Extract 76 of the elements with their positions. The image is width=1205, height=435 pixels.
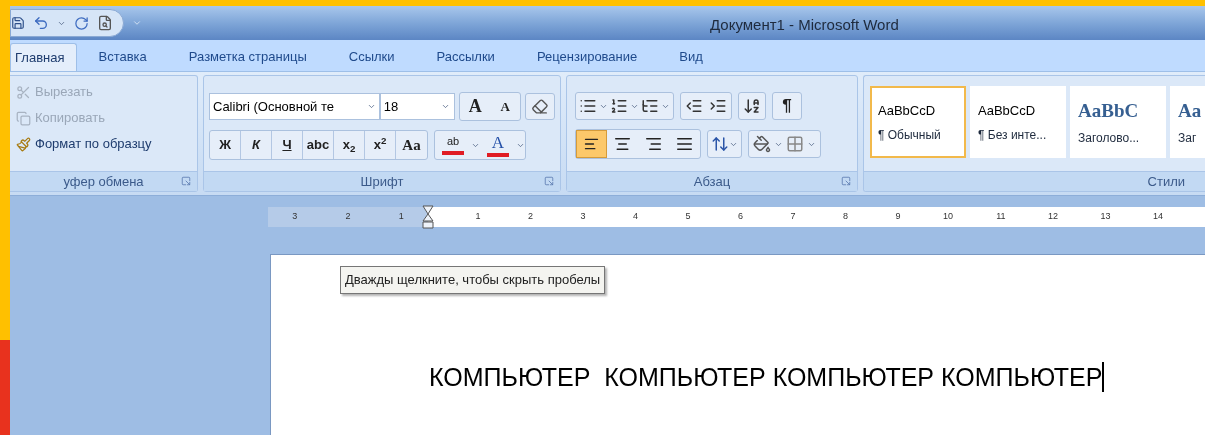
ribbon-tab[interactable]: Разметка страницы: [167, 43, 328, 71]
font-color-button[interactable]: A: [480, 131, 516, 159]
dialog-launcher-icon[interactable]: [544, 176, 554, 186]
decrease-indent-icon[interactable]: [685, 97, 703, 115]
ruler-number: 11: [995, 210, 1006, 224]
ruler-number: 7: [789, 210, 796, 224]
tooltip: Дважды щелкните, чтобы скрыть пробелы: [340, 266, 606, 294]
group-label: Шрифт: [360, 172, 404, 191]
ruler-number: 5: [684, 210, 691, 224]
ruler-number: 14: [1152, 210, 1163, 224]
ruler-number: 1: [474, 210, 481, 224]
group-label: уфер обмена: [63, 172, 144, 191]
dialog-launcher-icon[interactable]: [841, 176, 851, 186]
style-gallery-item[interactable]: AaBbCcD ¶ Обычный: [870, 86, 966, 158]
ribbon-tab[interactable]: Рецензирование: [515, 43, 659, 71]
format-button[interactable]: x$^{2}$: [365, 131, 396, 159]
dialog-launcher-icon[interactable]: [181, 176, 191, 186]
print-preview-icon[interactable]: [97, 15, 113, 31]
align-icon[interactable]: [576, 130, 607, 158]
ruler-number: 3: [579, 210, 586, 224]
document-text: КОМПЬЮТЕР КОМПЬЮТЕР КОМПЬЮТЕР КОМПЬЮТЕР: [429, 362, 1105, 392]
ruler-number: 1: [398, 210, 404, 224]
font-size-value: 18: [383, 97, 399, 116]
bullets-icon[interactable]: [579, 97, 597, 115]
format-button[interactable]: x$_{2}$: [334, 131, 365, 159]
highlight-button[interactable]: ab: [435, 131, 471, 159]
indent-marker-icon[interactable]: [422, 205, 434, 229]
font-name-field[interactable]: Calibri (Основной те: [209, 93, 380, 120]
paintbrush-icon: [16, 136, 31, 152]
ribbon-tab[interactable]: Рассылки: [415, 43, 516, 71]
ribbon-tab[interactable]: Главная: [10, 43, 78, 71]
ruler-number: 4: [632, 210, 638, 224]
clipboard-command[interactable]: Формат по образцу: [16, 134, 197, 154]
ribbon-tab[interactable]: Ссылки: [327, 43, 416, 71]
ruler-number: 8: [842, 210, 848, 224]
group-label: Абзац: [693, 172, 731, 191]
ribbon-tab[interactable]: Вставка: [77, 43, 168, 71]
format-button[interactable]: abc: [303, 131, 334, 159]
shading-icon[interactable]: [753, 135, 771, 153]
increase-indent-icon[interactable]: [709, 97, 727, 115]
grow-font-button[interactable]: A: [460, 93, 491, 120]
format-button[interactable]: Aa: [396, 131, 427, 159]
caret-icon[interactable]: [366, 102, 376, 111]
save-icon[interactable]: [11, 16, 25, 30]
style-gallery-item[interactable]: AaBbC Заголово...: [1070, 86, 1166, 158]
font-size-field[interactable]: 18: [379, 93, 456, 120]
borders-icon[interactable]: [786, 135, 804, 153]
ruler-number: 10: [942, 210, 953, 224]
ruler-number: 3: [292, 210, 298, 224]
redo-icon[interactable]: [74, 15, 89, 31]
scissors-icon: [16, 84, 31, 100]
copy-icon: [16, 110, 31, 126]
format-button[interactable]: Ж: [210, 131, 241, 159]
sort-icon[interactable]: [738, 92, 766, 120]
format-button[interactable]: Ч: [272, 131, 303, 159]
undo-icon[interactable]: [33, 15, 49, 31]
ruler-number: 2: [527, 210, 533, 224]
ruler-number: 12: [1047, 210, 1058, 224]
window-title: Документ1 - Microsoft Word: [710, 15, 899, 35]
style-gallery-item[interactable]: Aa Заг: [1170, 86, 1205, 158]
pilcrow-button[interactable]: ¶: [772, 92, 802, 120]
ruler-number: 9: [894, 210, 901, 224]
ruler-number: 6: [737, 210, 743, 224]
ribbon-tab[interactable]: Вид: [658, 43, 724, 71]
style-gallery-item[interactable]: AaBbCcD ¶ Без инте...: [970, 86, 1066, 158]
ruler-number: 2: [345, 210, 351, 224]
ruler-number: 13: [1099, 210, 1111, 224]
format-button[interactable]: К: [241, 131, 272, 159]
numbering-icon[interactable]: [610, 97, 628, 115]
group-label: Стили: [1147, 172, 1185, 191]
multilevel-list-icon[interactable]: [641, 97, 659, 115]
font-name-value: Calibri (Основной те: [213, 97, 335, 116]
shrink-font-button[interactable]: A: [490, 93, 521, 120]
caret-icon[interactable]: [441, 102, 451, 111]
line-spacing-icon[interactable]: [711, 135, 729, 153]
eraser-icon[interactable]: [525, 93, 555, 120]
